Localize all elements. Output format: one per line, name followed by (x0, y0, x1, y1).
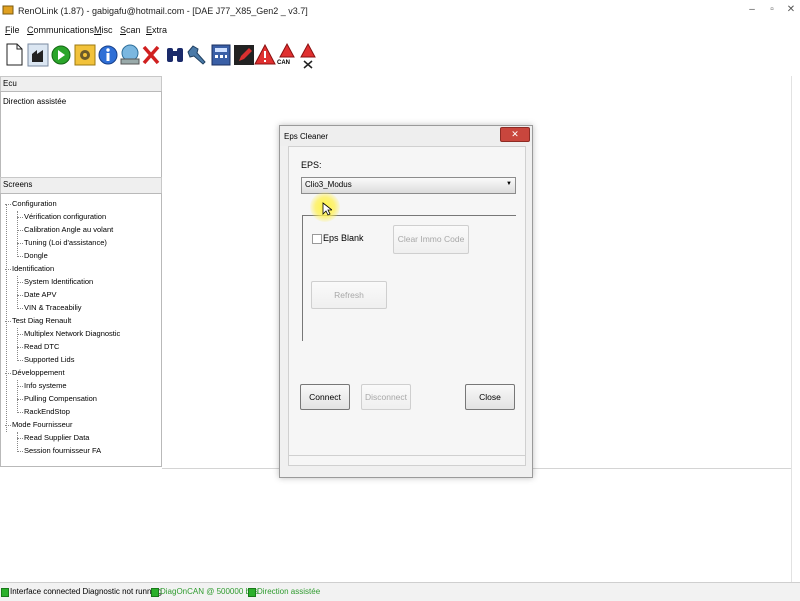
status-led-icon (151, 588, 159, 597)
status-interface: Interface connected Diagnostic not runni… (10, 587, 163, 596)
tree-item[interactable]: RackEndStop (17, 407, 70, 416)
title-bar: RenOLink (1.87) - gabigafu@hotmail.com -… (0, 0, 800, 23)
tree-line (6, 204, 7, 432)
dialog-title: Eps Cleaner (284, 132, 329, 141)
status-led-icon (1, 588, 9, 597)
eps-label: EPS: (301, 160, 322, 170)
delete-icon[interactable] (140, 42, 164, 70)
ecu-panel-header: Ecu (0, 76, 162, 92)
close-button[interactable]: Close (465, 384, 515, 410)
binoculars-icon[interactable] (164, 42, 188, 70)
status-bar: Interface connected Diagnostic not runni… (0, 582, 800, 601)
main-scrollbar[interactable] (791, 76, 800, 582)
tree-line (17, 328, 18, 361)
run-icon[interactable] (50, 42, 74, 70)
menu-bar: File Communications Misc Scan Extra (0, 22, 800, 39)
menu-file[interactable]: File (5, 25, 20, 35)
connect-button[interactable]: Connect (300, 384, 350, 410)
warning-icon[interactable] (254, 42, 278, 70)
tree-group-developpement[interactable]: Développement (5, 368, 65, 377)
disconnect-button[interactable]: Disconnect (361, 384, 411, 410)
menu-communications[interactable]: Communications (27, 25, 94, 35)
tree-item[interactable]: Info systeme (17, 381, 67, 390)
dialog-close-button[interactable]: ✕ (500, 127, 530, 142)
tree-item[interactable]: Session fournisseur FA (16, 446, 101, 455)
minimize-button[interactable]: – (744, 3, 760, 17)
tree-item[interactable]: Date APV (17, 290, 57, 299)
status-led-icon (248, 588, 256, 597)
screens-header-label: Screens (3, 180, 33, 189)
tree-item[interactable]: Vérification configuration (16, 212, 106, 221)
wrench-icon[interactable] (187, 42, 211, 70)
tree-item[interactable]: Pulling Compensation (17, 394, 97, 403)
tree-item[interactable]: Read DTC (16, 342, 59, 351)
dialog-separator (289, 455, 525, 456)
cursor-highlight (310, 192, 340, 222)
tree-group-identification[interactable]: Identification (4, 264, 54, 273)
window-title: RenOLink (1.87) - gabigafu@hotmail.com -… (18, 6, 308, 16)
eps-selected-value: Clio3_Modus (305, 180, 352, 189)
toolbar: CAN (0, 39, 800, 72)
status-ecu: Direction assistée (257, 587, 321, 596)
dialog-title-bar: Eps Cleaner ✕ (280, 126, 532, 146)
maximize-button[interactable]: ▫ (764, 3, 780, 17)
ecu-panel: Direction assistée (0, 91, 162, 178)
tree-group-configuration[interactable]: Configuration (5, 199, 57, 208)
can-label: CAN (277, 60, 290, 66)
chevron-down-icon: ▼ (506, 181, 512, 187)
menu-extra[interactable]: Extra (146, 25, 167, 35)
tree-group-mode-fournisseur[interactable]: Mode Fournisseur (4, 420, 72, 429)
close-window-button[interactable]: ✕ (783, 3, 799, 17)
eps-blank-label: Eps Blank (323, 233, 364, 243)
clear-immo-code-button[interactable]: Clear Immo Code (393, 225, 469, 254)
eps-dropdown[interactable]: Clio3_Modus ▼ (301, 177, 516, 194)
eps-cleaner-dialog: Eps Cleaner ✕ EPS: Clio3_Modus ▼ Eps Bla… (279, 125, 533, 478)
tree-line (17, 276, 18, 309)
tree-item[interactable]: System Identification (16, 277, 93, 286)
menu-misc[interactable]: Misc (94, 25, 113, 35)
tree-item[interactable]: Supported Lids (16, 355, 74, 364)
tree-group-test-diag[interactable]: Test Diag Renault (4, 316, 71, 325)
tree-line (17, 432, 18, 452)
calculator-icon[interactable] (210, 42, 234, 70)
eps-blank-checkbox[interactable] (312, 234, 322, 244)
app-icon (2, 5, 14, 15)
screens-panel-header: Screens (0, 177, 162, 194)
warning-x-icon[interactable] (297, 42, 321, 70)
tree-line (17, 380, 18, 413)
tree-item[interactable]: Multiplex Network Diagnostic (16, 329, 120, 338)
screens-tree: Configuration Vérification configuration… (0, 193, 162, 467)
tree-item[interactable]: Read Supplier Data (16, 433, 89, 442)
refresh-button[interactable]: Refresh (311, 281, 387, 309)
menu-scan[interactable]: Scan (120, 25, 141, 35)
network-icon[interactable] (118, 42, 142, 70)
tree-item[interactable]: Calibration Angle au volant (16, 225, 113, 234)
tree-item[interactable]: VIN & Traceabiliy (17, 303, 82, 312)
tree-item[interactable]: Tuning (Loi d'assistance) (17, 238, 107, 247)
ecu-icon[interactable] (27, 42, 51, 70)
ecu-header-label: Ecu (3, 79, 17, 88)
status-protocol: DiagOnCAN @ 500000 bps (160, 587, 259, 596)
mouse-pointer-icon (322, 202, 332, 216)
ecu-list-item[interactable]: Direction assistée (3, 97, 66, 106)
tree-item[interactable]: Dongle (17, 251, 48, 260)
new-document-icon[interactable] (3, 42, 27, 70)
settings-icon[interactable] (74, 42, 98, 70)
